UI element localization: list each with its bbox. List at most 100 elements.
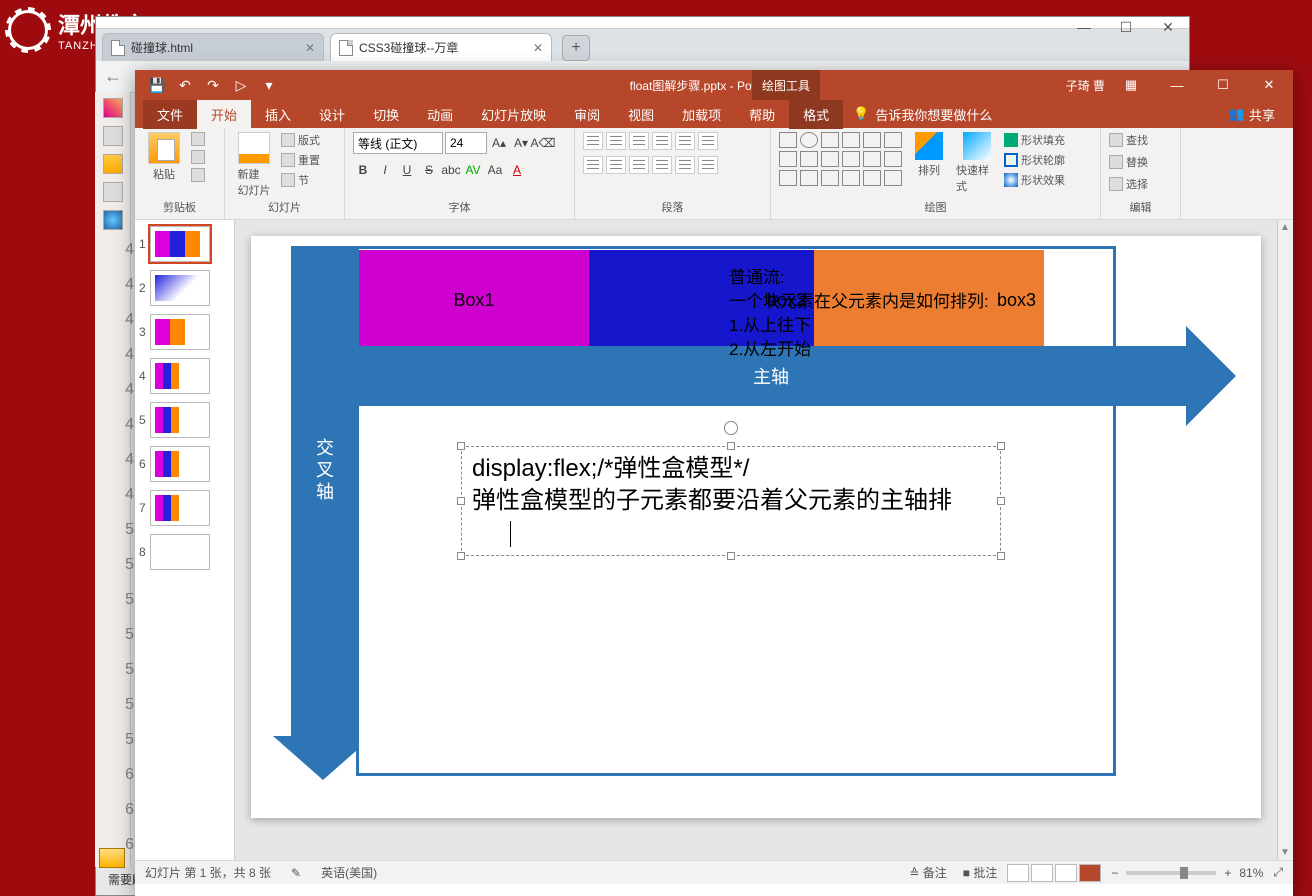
numbering-icon[interactable] <box>606 132 626 150</box>
resize-handle[interactable] <box>457 442 465 450</box>
resize-handle[interactable] <box>997 442 1005 450</box>
thumb-4[interactable] <box>150 358 210 394</box>
taskbar-folder-icon[interactable] <box>99 848 125 868</box>
browser-close[interactable]: ✕ <box>1147 17 1189 41</box>
share-button[interactable]: 👥 共享 <box>1229 105 1293 124</box>
tab-review[interactable]: 审阅 <box>560 100 614 129</box>
back-icon[interactable]: ← <box>104 66 122 87</box>
redo-icon[interactable]: ↷ <box>205 77 221 93</box>
browser-max[interactable]: ☐ <box>1105 17 1147 41</box>
minimize-icon[interactable]: — <box>1157 70 1197 100</box>
pencil-icon[interactable] <box>103 98 123 118</box>
find-button[interactable]: 查找 <box>1109 132 1172 148</box>
close-icon[interactable]: ✕ <box>1249 70 1289 100</box>
tab-home[interactable]: 开始 <box>197 100 251 129</box>
browser-tab-0[interactable]: 碰撞球.html ✕ <box>102 33 324 61</box>
thumb-1[interactable] <box>150 226 210 262</box>
slideshow-view-icon[interactable] <box>1079 864 1101 882</box>
maximize-icon[interactable]: ☐ <box>1203 70 1243 100</box>
thumb-7[interactable] <box>150 490 210 526</box>
align-left-icon[interactable] <box>583 156 603 174</box>
thumb-6[interactable] <box>150 446 210 482</box>
underline-button[interactable]: U <box>397 160 417 180</box>
format-painter-button[interactable] <box>191 168 205 182</box>
slide-counter[interactable]: 幻灯片 第 1 张，共 8 张 <box>145 864 271 881</box>
columns-icon[interactable] <box>675 156 695 174</box>
reading-view-icon[interactable] <box>1055 864 1077 882</box>
highlight-button[interactable]: AV <box>463 160 483 180</box>
thumb-5[interactable] <box>150 402 210 438</box>
vertical-scrollbar[interactable] <box>1277 220 1293 860</box>
paste-button[interactable]: 粘贴 <box>143 132 185 182</box>
fit-window-icon[interactable]: ⤢ <box>1273 865 1283 880</box>
save-icon[interactable]: 💾 <box>149 77 165 93</box>
cut-button[interactable] <box>191 132 205 146</box>
quick-styles-button[interactable]: 快速样式 <box>956 132 998 194</box>
align-center-icon[interactable] <box>606 156 626 174</box>
thumb-2[interactable] <box>150 270 210 306</box>
bold-button[interactable]: B <box>353 160 373 180</box>
browser-tab-1[interactable]: CSS3碰撞球--万章 ✕ <box>330 33 552 61</box>
tab-design[interactable]: 设计 <box>305 100 359 129</box>
box1[interactable]: Box1 <box>359 250 589 350</box>
tab-addins[interactable]: 加载项 <box>668 100 735 129</box>
char-spacing-button[interactable]: Aa <box>485 160 505 180</box>
shape-fill-button[interactable]: 形状填充 <box>1004 132 1065 148</box>
shape-icon[interactable] <box>103 154 123 174</box>
slide[interactable]: 交叉轴 Box1 box2 box3 主轴 普通流: 一个块元素在父元素内是如何… <box>251 236 1261 818</box>
justify-icon[interactable] <box>652 156 672 174</box>
shape-effects-button[interactable]: 形状效果 <box>1004 172 1065 188</box>
tab-animation[interactable]: 动画 <box>413 100 467 129</box>
bullets-icon[interactable] <box>583 132 603 150</box>
grow-font-icon[interactable]: A▴ <box>489 133 509 153</box>
resize-handle[interactable] <box>727 552 735 560</box>
editing-textbox[interactable]: display:flex;/*弹性盒模型*/ 弹性盒模型的子元素都要沿着父元素的… <box>461 446 1001 556</box>
shape-gallery[interactable] <box>779 132 902 186</box>
select-button[interactable]: 选择 <box>1109 176 1172 192</box>
tab-view[interactable]: 视图 <box>614 100 668 129</box>
layout-button[interactable]: 版式 <box>281 132 320 148</box>
zoom-out-icon[interactable]: − <box>1111 866 1118 880</box>
tab-insert[interactable]: 插入 <box>251 100 305 129</box>
spellcheck-icon[interactable]: ✎ <box>291 866 301 880</box>
strike-button[interactable]: S <box>419 160 439 180</box>
comments-button[interactable]: ■ 批注 <box>963 864 998 881</box>
indent-inc-icon[interactable] <box>652 132 672 150</box>
new-slide-button[interactable]: 新建 幻灯片 <box>233 132 275 198</box>
zoom-level[interactable]: 81% <box>1239 866 1263 880</box>
close-icon[interactable]: ✕ <box>305 41 315 55</box>
thumb-3[interactable] <box>150 314 210 350</box>
shrink-font-icon[interactable]: A▾ <box>511 133 531 153</box>
line-spacing-icon[interactable] <box>675 132 695 150</box>
zoom-slider[interactable] <box>1126 871 1216 875</box>
normal-view-icon[interactable] <box>1007 864 1029 882</box>
indent-dec-icon[interactable] <box>629 132 649 150</box>
tab-transition[interactable]: 切换 <box>359 100 413 129</box>
font-color-button[interactable]: A <box>507 160 527 180</box>
tab-file[interactable]: 文件 <box>143 100 197 129</box>
close-icon[interactable]: ✕ <box>533 41 543 55</box>
note-text[interactable]: 普通流: 一个块元素在父元素内是如何排列: 1.从上往下 2.从左开始 <box>729 266 989 362</box>
user-name[interactable]: 子琦 曹 <box>1066 77 1105 94</box>
tell-me[interactable]: 💡 告诉我你想要做什么 <box>853 105 992 124</box>
thumb-8[interactable] <box>150 534 210 570</box>
new-tab-button[interactable]: + <box>562 35 590 61</box>
tool-icon[interactable] <box>103 182 123 202</box>
shape-outline-button[interactable]: 形状轮廓 <box>1004 152 1065 168</box>
smartart-icon[interactable] <box>698 156 718 174</box>
slide-thumbnails[interactable]: 1 2 3 4 5 6 7 8 <box>135 220 235 860</box>
ribbon-display-icon[interactable]: ▦ <box>1111 70 1151 100</box>
resize-handle[interactable] <box>457 552 465 560</box>
undo-icon[interactable]: ↶ <box>177 77 193 93</box>
slideshow-icon[interactable]: ▷ <box>233 77 249 93</box>
section-button[interactable]: 节 <box>281 172 320 188</box>
globe-icon[interactable] <box>103 210 123 230</box>
text-direction-icon[interactable] <box>698 132 718 150</box>
slide-canvas-area[interactable]: 交叉轴 Box1 box2 box3 主轴 普通流: 一个块元素在父元素内是如何… <box>235 220 1277 860</box>
align-right-icon[interactable] <box>629 156 649 174</box>
replace-button[interactable]: 替换 <box>1109 154 1172 170</box>
italic-button[interactable]: I <box>375 160 395 180</box>
font-name-select[interactable] <box>353 132 443 154</box>
resize-handle[interactable] <box>457 497 465 505</box>
resize-handle[interactable] <box>997 497 1005 505</box>
